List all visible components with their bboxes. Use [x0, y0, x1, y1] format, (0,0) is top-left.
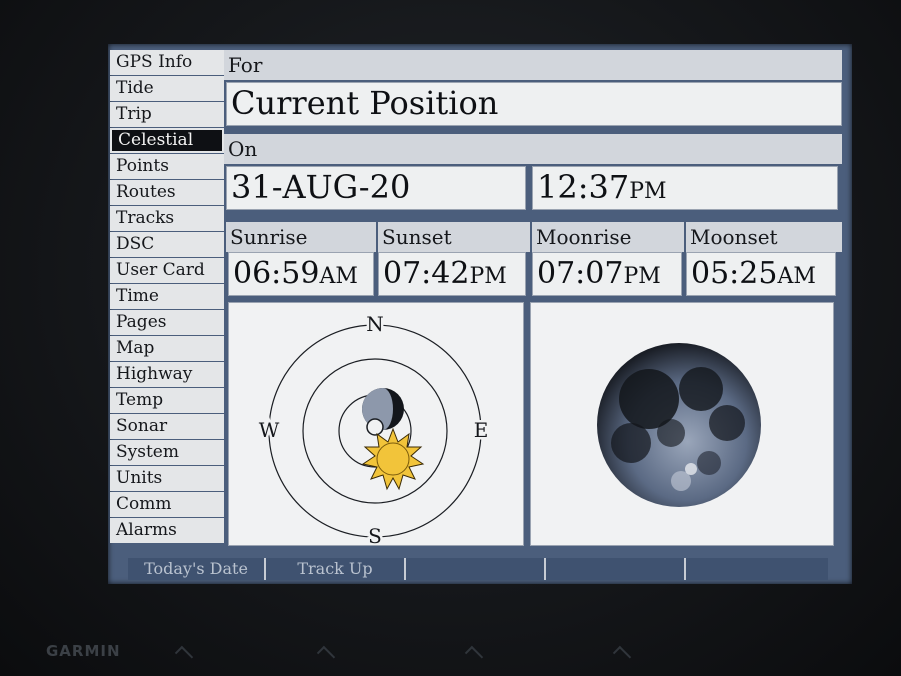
sidebar-item-celestial[interactable]: Celestial — [110, 128, 224, 153]
sidebar-item-tracks[interactable]: Tracks — [110, 206, 224, 231]
sidebar-item-system[interactable]: System — [110, 440, 224, 465]
sidebar-item-points[interactable]: Points — [110, 154, 224, 179]
sunset-label: Sunset — [378, 222, 530, 252]
for-label: For — [224, 50, 842, 80]
compass-s: S — [368, 524, 382, 545]
compass-n: N — [366, 312, 384, 336]
position-marker-icon — [366, 418, 384, 436]
sidebar-item-gps-info[interactable]: GPS Info — [110, 50, 224, 75]
todays-date-softkey[interactable]: Today's Date — [128, 558, 266, 580]
sidebar-item-temp[interactable]: Temp — [110, 388, 224, 413]
on-label: On — [224, 134, 842, 164]
sunrise-label: Sunrise — [226, 222, 376, 252]
date-field[interactable]: 31-AUG-20 — [226, 166, 526, 210]
sidebar-item-map[interactable]: Map — [110, 336, 224, 361]
blank-softkey-5[interactable] — [686, 558, 828, 580]
sidebar-item-routes[interactable]: Routes — [110, 180, 224, 205]
track-up-softkey[interactable]: Track Up — [266, 558, 406, 580]
sidebar-item-trip[interactable]: Trip — [110, 102, 224, 127]
time-field[interactable]: 12:37PM — [532, 166, 838, 210]
sunrise-value: 06:59AM — [228, 252, 374, 296]
sidebar-item-sonar[interactable]: Sonar — [110, 414, 224, 439]
compass-w: W — [259, 418, 280, 442]
sidebar-item-highway[interactable]: Highway — [110, 362, 224, 387]
time-suffix: PM — [629, 179, 667, 204]
sidebar-item-units[interactable]: Units — [110, 466, 224, 491]
sidebar-item-user-card[interactable]: User Card — [110, 258, 224, 283]
moonrise-label: Moonrise — [532, 222, 684, 252]
compass-e: E — [474, 418, 489, 442]
sidebar-item-comm[interactable]: Comm — [110, 492, 224, 517]
position-field[interactable]: Current Position — [226, 82, 842, 126]
sidebar-menu: GPS Info Tide Trip Celestial Points Rout… — [110, 50, 224, 544]
sun-icon — [361, 427, 425, 491]
celestial-orbit-panel: N S W E — [228, 302, 524, 551]
moonrise-value: 07:07PM — [532, 252, 682, 296]
time-value: 12:37 — [537, 168, 630, 206]
sidebar-item-tide[interactable]: Tide — [110, 76, 224, 101]
sidebar-item-alarms[interactable]: Alarms — [110, 518, 224, 543]
sidebar-item-dsc[interactable]: DSC — [110, 232, 224, 257]
moon-view-panel — [530, 302, 834, 546]
moonset-value: 05:25AM — [686, 252, 836, 296]
orbit-diagram: N S W E — [256, 310, 491, 551]
sidebar-item-time[interactable]: Time — [110, 284, 224, 309]
moon-image — [597, 343, 761, 507]
brand-logo: GARMIN — [46, 642, 121, 660]
sidebar-item-pages[interactable]: Pages — [110, 310, 224, 335]
moonset-label: Moonset — [686, 222, 842, 252]
blank-softkey-4[interactable] — [546, 558, 686, 580]
sunset-value: 07:42PM — [378, 252, 526, 296]
blank-softkey-3[interactable] — [406, 558, 546, 580]
celestial-page: For Current Position On 31-AUG-20 12:37P… — [224, 50, 844, 551]
softkey-bar: Today's Date Track Up — [128, 558, 828, 580]
device-screen: GPS Info Tide Trip Celestial Points Rout… — [108, 44, 852, 584]
